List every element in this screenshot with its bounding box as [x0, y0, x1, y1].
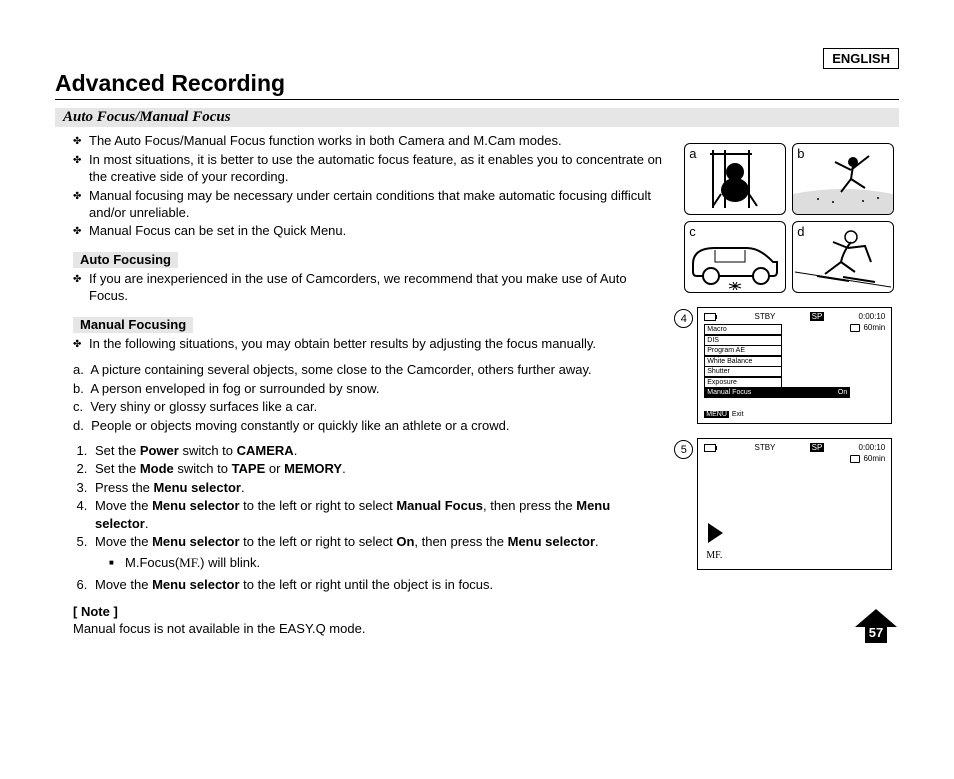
step-1: Set the Power switch to CAMERA.: [91, 442, 664, 460]
sp-label: SP: [810, 312, 825, 321]
step-list: Set the Power switch to CAMERA. Set the …: [73, 442, 664, 594]
illustration-a: a: [684, 143, 786, 215]
step-2: Set the Mode switch to TAPE or MEMORY.: [91, 460, 664, 478]
quick-menu: Macro DIS Program AE White Balance Shutt…: [704, 324, 782, 398]
tape-icon: [850, 324, 860, 332]
page-number: 57: [853, 607, 899, 645]
step-3: Press the Menu selector.: [91, 479, 664, 497]
title-rule: [55, 99, 899, 100]
tape-icon: [850, 455, 860, 463]
sp-label: SP: [810, 443, 825, 452]
menu-item: Program AE: [704, 345, 782, 356]
intro-bullet: Manual focusing may be necessary under c…: [73, 188, 664, 222]
exit-label: Exit: [732, 411, 744, 418]
time-counter: 0:00:10: [859, 312, 886, 321]
remain-time: 60min: [863, 454, 885, 463]
mf-icon: MF.: [179, 555, 200, 570]
remain-time: 60min: [863, 323, 885, 332]
battery-icon: [704, 443, 720, 452]
scroll-arrows-icon: ▲▼: [786, 388, 794, 398]
stby-label: STBY: [755, 312, 776, 321]
language-label: ENGLISH: [823, 48, 899, 69]
menu-item: Shutter: [704, 366, 782, 377]
menu-item: Exposure: [704, 377, 782, 388]
page-title: Advanced Recording: [55, 70, 899, 97]
auto-focus-bullet: If you are inexperienced in the use of C…: [73, 271, 664, 305]
time-counter: 0:00:10: [859, 443, 886, 452]
section-subheading: Auto Focus/Manual Focus: [55, 108, 899, 127]
note-text: Manual focus is not available in the EAS…: [73, 621, 664, 638]
intro-bullet: In most situations, it is better to use …: [73, 152, 664, 186]
illustration-b: b: [792, 143, 894, 215]
callout-4: 4: [674, 309, 693, 328]
situation-d: People or objects moving constantly or q…: [91, 418, 509, 433]
intro-bullet: The Auto Focus/Manual Focus function wor…: [73, 133, 664, 150]
illustration-grid: a b: [684, 143, 894, 293]
menu-item-selected: Manual FocusOn: [704, 387, 850, 398]
situation-c: Very shiny or glossy surfaces like a car…: [90, 399, 317, 414]
mf-indicator-icon: MF.: [706, 550, 722, 561]
auto-focusing-label: Auto Focusing: [73, 252, 178, 268]
manual-focusing-label: Manual Focusing: [73, 317, 193, 333]
manual-focus-bullet: In the following situations, you may obt…: [73, 336, 664, 353]
illustration-c: c: [684, 221, 786, 293]
stby-label: STBY: [755, 443, 776, 452]
step-4: Move the Menu selector to the left or ri…: [91, 497, 664, 533]
svg-text:57: 57: [869, 625, 883, 640]
lcd-playback-screen: STBY SP 0:00:10 60min MF.: [697, 438, 892, 570]
menu-button-icon: MENU: [704, 411, 729, 418]
note-label: [ Note ]: [73, 604, 664, 621]
step-5: Move the Menu selector to the left or ri…: [91, 533, 664, 572]
menu-item: DIS: [704, 335, 782, 346]
situation-b: A person enveloped in fog or surrounded …: [90, 381, 379, 396]
play-icon: [708, 523, 723, 543]
step-5-sub: M.Focus(MF.) will blink.: [109, 554, 664, 572]
lcd-menu-screen: STBY SP 0:00:10 60min Macro DIS Program …: [697, 307, 892, 424]
intro-bullet: Manual Focus can be set in the Quick Men…: [73, 223, 664, 240]
menu-item: Macro: [704, 324, 782, 335]
menu-item: White Balance: [704, 356, 782, 367]
situation-a: A picture containing several objects, so…: [90, 362, 591, 377]
illustration-d: d: [792, 221, 894, 293]
situation-list: a. A picture containing several objects,…: [73, 361, 664, 434]
step-6: Move the Menu selector to the left or ri…: [91, 576, 664, 594]
callout-5: 5: [674, 440, 693, 459]
battery-icon: [704, 312, 720, 321]
